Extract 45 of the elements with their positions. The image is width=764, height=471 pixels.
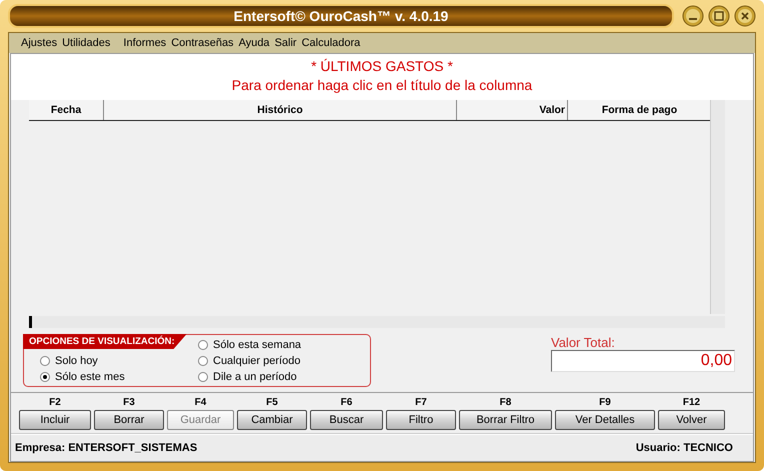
total-label: Valor Total: [551,335,616,350]
action-button[interactable]: Volver [658,410,725,430]
action-button[interactable]: Ver Detalles [555,410,655,430]
menu-item[interactable]: Salir [274,37,297,49]
menu-item[interactable]: Contraseñas [171,37,234,49]
shortcut-key: F8 [500,397,512,410]
options-title: OPCIONES DE VISUALIZACIÓN: [23,334,187,349]
shortcut-key: F2 [49,397,61,410]
shortcut-key: F7 [415,397,427,410]
user-label: Usuario: TECNICO [636,442,733,454]
menu-item[interactable]: Utilidades [62,37,110,49]
column-header[interactable]: Histórico [104,100,457,120]
shortcut-key: F12 [682,397,700,410]
close-icon[interactable] [734,5,756,27]
action-button[interactable]: Buscar [310,410,383,430]
window-title: Entersoft© OuroCash™ v. 4.0.19 [234,8,448,24]
menu-item[interactable]: Ayuda [238,37,270,49]
column-header[interactable]: Valor [457,100,568,120]
action-button[interactable]: Borrar Filtro [459,410,552,430]
vertical-scrollbar[interactable] [710,100,725,314]
shortcut-key: F5 [266,397,278,410]
section-title: * ÚLTIMOS GASTOS * [311,58,453,74]
shortcut-key: F6 [340,397,352,410]
shortcut-key: F3 [123,397,135,410]
company-label: Empresa: ENTERSOFT_SISTEMAS [15,442,198,454]
action-button[interactable]: Borrar [94,410,164,430]
sort-hint: Para ordenar haga clic en el título de la columna [232,77,532,93]
action-button[interactable]: Incluir [19,410,91,430]
action-button[interactable]: Filtro [386,410,456,430]
menu-item[interactable]: Ajustes [21,37,58,49]
radio-option[interactable]: Solo hoy [40,353,198,369]
menu-item[interactable]: Informes [123,37,166,49]
menu-item[interactable]: Calculadora [302,37,360,49]
radio-option[interactable]: Dile a un período [198,369,368,385]
column-header[interactable]: Fecha [29,100,104,120]
shortcut-key: F9 [599,397,611,410]
minimize-icon[interactable] [682,5,704,27]
radio-option[interactable]: Sólo esta semana [198,337,368,353]
radio-option[interactable]: Sólo este mes [40,369,198,385]
shortcut-key: F4 [194,397,206,410]
radio-option[interactable]: Cualquier período [198,353,368,369]
total-field: 0,00 [551,350,735,372]
maximize-icon[interactable] [708,5,730,27]
horizontal-scrollbar[interactable] [29,316,725,328]
action-button[interactable]: Cambiar [237,410,307,430]
